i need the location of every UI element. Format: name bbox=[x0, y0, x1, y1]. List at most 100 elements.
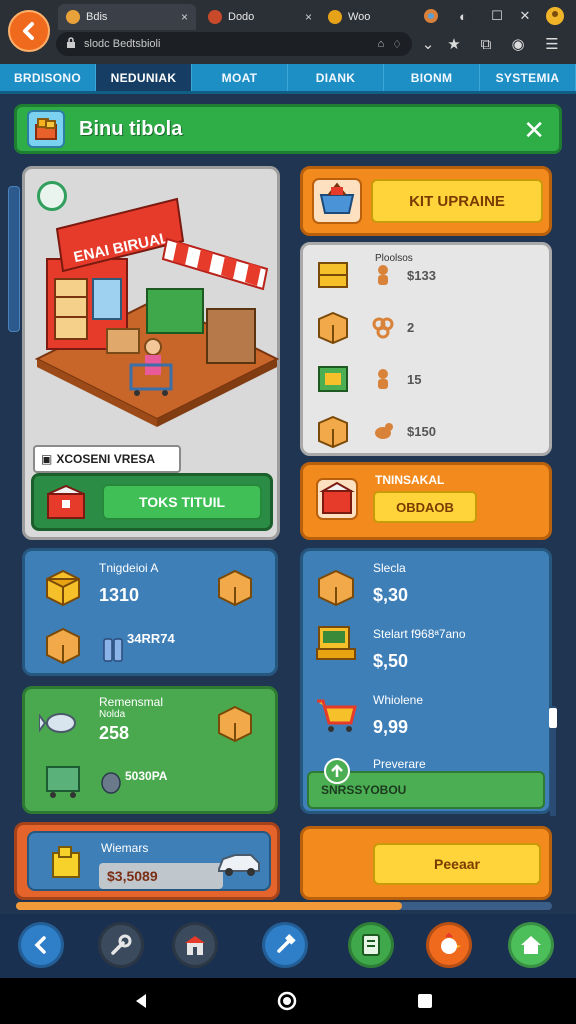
list-item-value: $133 bbox=[407, 267, 436, 283]
store-illustration: ENAI BIRUAL bbox=[34, 197, 279, 427]
notebook-button[interactable] bbox=[348, 922, 394, 968]
wrench-icon bbox=[111, 934, 132, 955]
back-button[interactable] bbox=[8, 10, 50, 52]
tools-button[interactable] bbox=[98, 922, 144, 968]
list-item[interactable]: $133 bbox=[315, 255, 539, 295]
back-arrow-button[interactable] bbox=[18, 922, 64, 968]
tab-title: Bdis bbox=[86, 11, 108, 23]
list-item-value: $150 bbox=[407, 423, 436, 439]
tab-brdisono[interactable]: BRDISONO bbox=[0, 64, 96, 91]
tab-diank[interactable]: DIANK bbox=[288, 64, 384, 91]
resource-title: Remensmal bbox=[99, 695, 164, 709]
sales-item-value: $,30 bbox=[373, 585, 409, 605]
star-icon[interactable]: ★ bbox=[444, 34, 464, 54]
sales-item-value: 9,99 bbox=[373, 717, 409, 737]
green-arrow-icon bbox=[324, 758, 350, 784]
shield-icon[interactable]: ◐ bbox=[452, 6, 474, 26]
tab-favicon-icon bbox=[328, 10, 342, 24]
resource-value: 258 bbox=[99, 723, 130, 743]
red-box-icon bbox=[316, 478, 358, 520]
upgrade-button[interactable]: KIT UPRAINE bbox=[371, 179, 543, 223]
shop-preview-panel: ENAI BIRUAL ▣ XCOSENI VRESA TOKS TITUIL bbox=[22, 166, 280, 540]
list-item[interactable]: $150 bbox=[315, 411, 539, 451]
sales-item-label: Preverare bbox=[373, 757, 426, 771]
wallet-inner: Wiemars $3,5089 bbox=[27, 831, 271, 891]
shop-icon bbox=[185, 936, 205, 955]
browser-tab-1[interactable]: Bdis × bbox=[58, 4, 196, 30]
car-icon bbox=[218, 854, 260, 876]
url-bar[interactable]: slodc Bedtsbioli ⌂ ♢ bbox=[56, 32, 412, 56]
sales-item-label: Whiolene bbox=[373, 693, 424, 707]
cardboard-box-icon bbox=[318, 311, 348, 345]
cart-crate-icon bbox=[46, 766, 80, 798]
shop-label-text: XCOSENI VRESA bbox=[56, 452, 156, 466]
figurine-icon bbox=[378, 369, 388, 389]
shop-action-button[interactable]: TOKS TITUIL bbox=[102, 484, 262, 520]
tab-close-icon[interactable]: × bbox=[181, 10, 188, 24]
cardboard-box-icon bbox=[46, 627, 80, 665]
pretzel-icon bbox=[372, 317, 394, 339]
tab-bionm[interactable]: BIONM bbox=[384, 64, 480, 91]
sidebar-drawer-handle[interactable] bbox=[8, 186, 20, 332]
wallet-panel: Wiemars $3,5089 bbox=[14, 822, 280, 900]
tab-title: Dodo bbox=[228, 11, 255, 23]
home-small-icon[interactable]: ⌂ bbox=[377, 38, 384, 50]
notebook-icon bbox=[362, 934, 380, 956]
extension-icon[interactable] bbox=[420, 6, 442, 26]
stock-secondary: 34RR74 bbox=[127, 631, 175, 646]
chevron-left-icon bbox=[23, 22, 34, 40]
preview-panel: Peeaar bbox=[300, 826, 552, 900]
transaction-button[interactable]: OBDAOB bbox=[373, 491, 477, 523]
wallet-amount: $3,5089 bbox=[99, 863, 223, 889]
shopping-basket-icon bbox=[312, 178, 362, 224]
shield-account-icon[interactable]: ◉ bbox=[508, 34, 528, 54]
game-nav-tabs: BRDISONO NEDUNIAK MOAT DIANK BIONM SYSTE… bbox=[0, 64, 576, 94]
minimize-icon[interactable]: ☐ bbox=[486, 6, 508, 26]
home-icon bbox=[521, 936, 541, 954]
shop-button[interactable] bbox=[172, 922, 218, 968]
list-item[interactable]: 2 bbox=[315, 307, 539, 347]
list-item[interactable]: 15 bbox=[315, 359, 539, 399]
url-text: slodc Bedtsbioli bbox=[84, 38, 161, 50]
system-recents-icon[interactable] bbox=[414, 990, 436, 1012]
browser-tab-2[interactable]: Dodo × bbox=[200, 4, 320, 30]
extensions-icon[interactable]: ⧉ bbox=[476, 34, 496, 54]
coin-box-icon bbox=[52, 846, 80, 878]
cardboard-box-icon bbox=[318, 415, 348, 449]
stock-stats-panel: Tnigdeioi A 1310 34RR74 bbox=[22, 548, 278, 676]
close-icon[interactable]: ✕ bbox=[523, 115, 545, 146]
resource-secondary: 5030PA bbox=[125, 769, 168, 783]
system-back-icon[interactable] bbox=[130, 990, 152, 1012]
system-home-icon[interactable] bbox=[276, 990, 298, 1012]
sales-footer-label: SNRSSYOBOU bbox=[321, 783, 407, 797]
menu-icon[interactable]: ☰ bbox=[542, 34, 562, 54]
cardboard-box-icon bbox=[218, 569, 252, 607]
header-banner: Binu tibola ✕ bbox=[14, 104, 562, 154]
transaction-panel: TNINSAKAL OBDAOB bbox=[300, 462, 552, 540]
tab-systemia[interactable]: SYSTEMIA bbox=[480, 64, 576, 91]
rooster-button[interactable] bbox=[426, 922, 472, 968]
back-arrow-icon bbox=[34, 936, 46, 954]
kettle-icon bbox=[101, 772, 121, 794]
close-window-icon[interactable]: ✕ bbox=[514, 6, 536, 26]
fish-icon bbox=[39, 713, 76, 733]
browser-tab-3[interactable]: Woo bbox=[320, 4, 410, 30]
home-button[interactable] bbox=[508, 922, 554, 968]
upgrade-panel: KIT UPRAINE bbox=[300, 166, 552, 236]
tab-moat[interactable]: MOAT bbox=[192, 64, 288, 91]
build-button[interactable] bbox=[262, 922, 308, 968]
profile-avatar-icon[interactable] bbox=[544, 6, 566, 26]
tab-close-icon[interactable]: × bbox=[305, 10, 312, 24]
bookmark-icon[interactable]: ♢ bbox=[392, 38, 402, 51]
gold-crate-icon bbox=[46, 569, 80, 607]
clipboard-icon: ▣ bbox=[41, 452, 53, 466]
scrollbar-thumb[interactable] bbox=[549, 708, 557, 728]
lock-icon bbox=[66, 36, 76, 52]
list-item-value: 15 bbox=[407, 371, 422, 387]
system-nav-bar bbox=[0, 978, 576, 1024]
list-item-value: 2 bbox=[407, 319, 415, 335]
shop-name-label: ▣ XCOSENI VRESA bbox=[33, 445, 181, 473]
tab-neduniak[interactable]: NEDUNIAK bbox=[96, 64, 192, 91]
preview-button[interactable]: Peeaar bbox=[373, 843, 541, 885]
dropdown-icon[interactable]: ⌄ bbox=[418, 34, 438, 54]
